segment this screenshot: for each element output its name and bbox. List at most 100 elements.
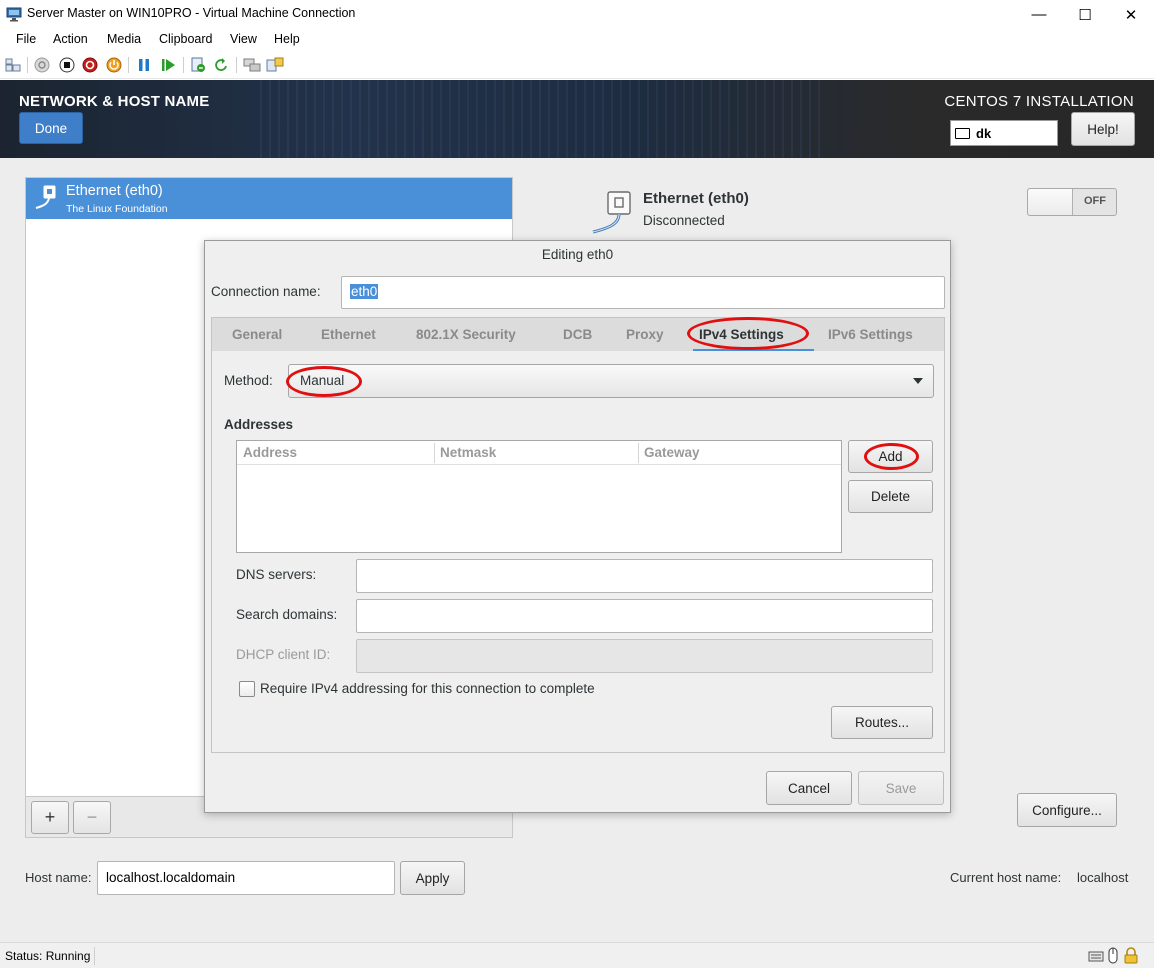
device-connection-status: Disconnected	[643, 213, 725, 228]
switch-state-label: OFF	[1084, 195, 1106, 207]
toolbar-separator	[236, 57, 237, 73]
configure-button[interactable]: Configure...	[1017, 793, 1117, 827]
current-hostname-value: localhost	[1077, 870, 1129, 885]
method-dropdown[interactable]: Manual	[288, 364, 934, 398]
keyboard-icon	[955, 127, 970, 139]
annotation-circle	[864, 443, 919, 470]
editing-connection-dialog: Editing eth0 Connection name: eth0 Gener…	[204, 240, 951, 813]
done-button[interactable]: Done	[19, 112, 83, 144]
routes-button[interactable]: Routes...	[831, 706, 933, 739]
save-button[interactable]: Save	[858, 771, 944, 805]
toolbar-separator	[27, 57, 28, 73]
settings-tabs: General Ethernet 802.1X Security DCB Pro…	[211, 317, 945, 352]
status-bar: Status: Running	[0, 942, 1154, 968]
menu-file[interactable]: File	[16, 32, 36, 46]
tab-dcb[interactable]: DCB	[563, 327, 592, 342]
annotation-circle	[286, 366, 362, 397]
addresses-table[interactable]: Address Netmask Gateway	[236, 440, 842, 553]
menu-clipboard[interactable]: Clipboard	[159, 32, 213, 46]
toolbar-separator	[128, 57, 129, 73]
status-separator	[94, 947, 95, 965]
add-device-button[interactable]: +	[31, 801, 69, 834]
apply-hostname-button[interactable]: Apply	[400, 861, 465, 895]
close-window-button[interactable]: ✕	[1108, 0, 1154, 29]
turn-off-icon[interactable]	[58, 56, 76, 74]
menu-view[interactable]: View	[230, 32, 257, 46]
cancel-button[interactable]: Cancel	[766, 771, 852, 805]
enhanced-session-icon[interactable]	[243, 56, 261, 74]
keyboard-icon	[1088, 949, 1104, 966]
device-detail-name: Ethernet (eth0)	[643, 190, 749, 207]
minimize-icon: —	[1031, 6, 1047, 23]
toolbar-separator	[183, 57, 184, 73]
current-hostname-label: Current host name:	[950, 870, 1062, 885]
list-item[interactable]: Ethernet (eth0) The Linux Foundation	[26, 178, 512, 219]
delete-address-button[interactable]: Delete	[848, 480, 933, 513]
tab-general[interactable]: General	[232, 327, 282, 342]
dialog-title: Editing eth0	[541, 247, 614, 262]
require-ipv4-label[interactable]: Require IPv4 addressing for this connect…	[260, 681, 595, 696]
pause-icon[interactable]	[135, 56, 153, 74]
shutdown-icon[interactable]	[81, 56, 99, 74]
keyboard-layout-value: dk	[976, 125, 992, 141]
chevron-down-icon	[913, 378, 923, 384]
maximize-icon: ☐	[1078, 6, 1092, 24]
connection-name-input[interactable]: eth0	[341, 276, 945, 309]
column-address[interactable]: Address	[243, 445, 297, 460]
annotation-circle	[687, 317, 809, 350]
header-background-pattern	[260, 80, 820, 158]
tab-proxy[interactable]: Proxy	[626, 327, 664, 342]
addresses-heading: Addresses	[224, 417, 294, 432]
remove-device-button[interactable]: −	[73, 801, 111, 834]
product-title: CENTOS 7 INSTALLATION	[944, 93, 1134, 110]
start-icon[interactable]	[33, 56, 51, 74]
dns-servers-label: DNS servers:	[236, 567, 317, 582]
table-header: Address Netmask Gateway	[237, 441, 841, 465]
hostname-label: Host name:	[25, 870, 92, 885]
menu-action[interactable]: Action	[53, 32, 88, 46]
require-ipv4-checkbox[interactable]	[239, 681, 255, 697]
tab-8021x-security[interactable]: 802.1X Security	[416, 327, 516, 342]
window-titlebar: Server Master on WIN10PRO - Virtual Mach…	[0, 0, 1154, 29]
revert-icon[interactable]	[213, 56, 231, 74]
device-name: Ethernet (eth0)	[66, 183, 163, 199]
connection-name-value: eth0	[350, 284, 379, 299]
dhcp-client-id-label: DHCP client ID:	[236, 647, 331, 662]
power-icon[interactable]	[105, 56, 123, 74]
minimize-button[interactable]: —	[1016, 0, 1062, 29]
checkpoint-icon[interactable]	[189, 56, 207, 74]
ctrl-alt-del-icon[interactable]	[4, 56, 22, 74]
device-vendor: The Linux Foundation	[66, 203, 168, 215]
menubar: File Action Media Clipboard View Help	[0, 29, 1154, 51]
ethernet-plug-icon	[590, 190, 638, 236]
switch-knob	[1028, 189, 1073, 215]
help-button[interactable]: Help!	[1071, 112, 1135, 146]
close-icon: ✕	[1124, 6, 1138, 24]
search-domains-input[interactable]	[356, 599, 933, 633]
vm-connection-icon	[6, 6, 22, 22]
connection-name-label: Connection name:	[211, 284, 321, 299]
mouse-icon	[1108, 947, 1118, 967]
search-domains-label: Search domains:	[236, 607, 338, 622]
maximize-button[interactable]: ☐	[1062, 0, 1108, 29]
share-icon[interactable]	[266, 56, 284, 74]
menu-help[interactable]: Help	[274, 32, 300, 46]
lock-icon	[1124, 947, 1138, 967]
tab-ipv6-settings[interactable]: IPv6 Settings	[828, 327, 913, 342]
keyboard-layout-indicator[interactable]: dk	[950, 120, 1058, 146]
dns-servers-input[interactable]	[356, 559, 933, 593]
ipv4-settings-panel: Method: Manual Addresses Address Netmask…	[211, 351, 945, 753]
spoke-title: NETWORK & HOST NAME	[19, 93, 210, 110]
resume-icon[interactable]	[160, 56, 178, 74]
vm-toolbar	[0, 51, 1154, 79]
column-netmask[interactable]: Netmask	[440, 445, 496, 460]
hostname-input[interactable]: localhost.localdomain	[97, 861, 395, 895]
vm-display[interactable]: NETWORK & HOST NAME Done CENTOS 7 INSTAL…	[0, 80, 1154, 942]
menu-media[interactable]: Media	[107, 32, 141, 46]
column-gateway[interactable]: Gateway	[644, 445, 700, 460]
device-on-off-switch[interactable]: OFF	[1027, 188, 1117, 216]
dhcp-client-id-input	[356, 639, 933, 673]
tab-ethernet[interactable]: Ethernet	[321, 327, 376, 342]
vm-status-text: Status: Running	[5, 949, 91, 963]
column-divider	[434, 443, 435, 463]
